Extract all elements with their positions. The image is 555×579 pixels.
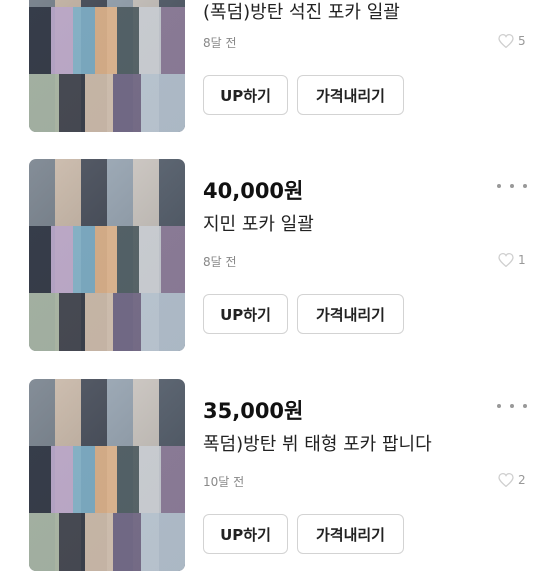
listing-thumbnail[interactable]	[29, 379, 185, 571]
price-down-button[interactable]: 가격내리기	[297, 514, 404, 554]
listing-item[interactable]: 40,000원 지민 포카 일괄 8달 전 1 UP하기 가격내리기	[0, 159, 555, 359]
listing-time: 8달 전	[203, 36, 237, 50]
heart-icon	[498, 473, 514, 487]
more-options-icon[interactable]	[497, 399, 527, 413]
heart-icon	[498, 253, 514, 267]
price-down-button[interactable]: 가격내리기	[297, 294, 404, 334]
listing-item[interactable]: 35,000원 폭덤)방탄 뷔 태형 포카 팝니다 10달 전 2 UP하기 가…	[0, 379, 555, 579]
up-button[interactable]: UP하기	[203, 294, 288, 334]
like-count: 5	[498, 33, 526, 49]
like-count-value: 5	[518, 34, 526, 48]
like-count-value: 2	[518, 473, 526, 487]
like-count: 2	[498, 472, 526, 488]
listing-title[interactable]: 폭덤)방탄 뷔 태형 포카 팝니다	[203, 430, 432, 456]
listing-time: 10달 전	[203, 475, 245, 489]
up-button[interactable]: UP하기	[203, 75, 288, 115]
price-down-button[interactable]: 가격내리기	[297, 75, 404, 115]
listing-thumbnail[interactable]	[29, 0, 185, 132]
like-count: 1	[498, 252, 526, 268]
listing-price: 40,000원	[203, 179, 304, 203]
listing-time: 8달 전	[203, 255, 237, 269]
like-count-value: 1	[518, 253, 526, 267]
listing-thumbnail[interactable]	[29, 159, 185, 351]
listing-title[interactable]: (폭덤)방탄 석진 포카 일괄	[203, 0, 400, 24]
up-button[interactable]: UP하기	[203, 514, 288, 554]
heart-icon	[498, 34, 514, 48]
more-options-icon[interactable]	[497, 179, 527, 193]
listing-title[interactable]: 지민 포카 일괄	[203, 210, 314, 236]
listing-item[interactable]: (폭덤)방탄 석진 포카 일괄 8달 전 5 UP하기 가격내리기	[0, 0, 555, 140]
listing-price: 35,000원	[203, 399, 304, 423]
